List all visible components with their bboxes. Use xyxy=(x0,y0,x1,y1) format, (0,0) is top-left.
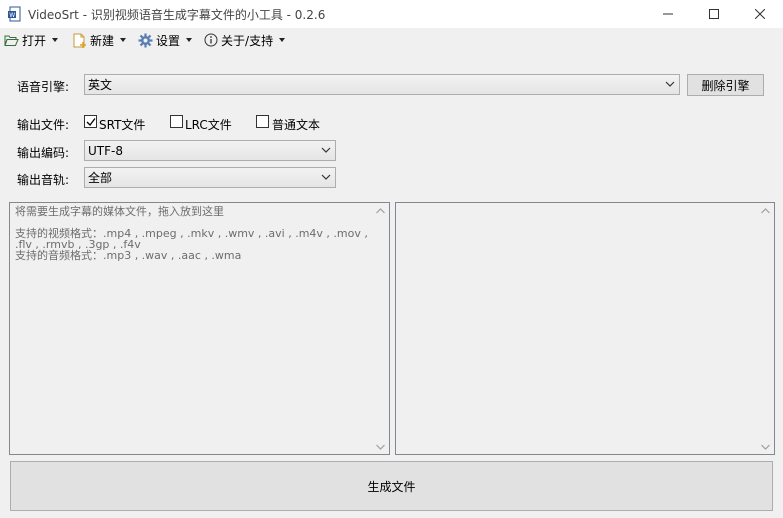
encoding-label: 输出编码: xyxy=(17,146,70,160)
close-icon xyxy=(755,9,765,19)
srt-checkbox[interactable] xyxy=(84,115,97,128)
chevron-down-icon xyxy=(321,174,331,180)
chevron-down-icon xyxy=(279,38,286,42)
minimize-icon xyxy=(663,13,673,15)
output-files-label: 输出文件: xyxy=(17,118,70,132)
engine-select[interactable]: 英文 xyxy=(84,74,680,95)
engine-select-value: 英文 xyxy=(88,78,113,92)
lrc-checkbox-label[interactable]: LRC文件 xyxy=(185,116,232,133)
encoding-select-value: UTF-8 xyxy=(88,143,123,158)
maximize-icon xyxy=(709,9,719,19)
window-title: VideoSrt - 识别视频语音生成字幕文件的小工具 - 0.2.6 xyxy=(28,8,326,22)
menu-new[interactable]: 新建 xyxy=(68,29,130,51)
drop-area-text: 将需要生成字幕的媒体文件，拖入放到这里 支持的视频格式：.mp4 , .mpeg… xyxy=(15,205,368,262)
gear-icon xyxy=(138,33,153,47)
menu-about[interactable]: 关于/支持 xyxy=(200,29,289,51)
chevron-down-icon[interactable] xyxy=(376,444,385,450)
plain-text-checkbox-label[interactable]: 普通文本 xyxy=(272,116,320,133)
new-file-icon xyxy=(73,33,87,48)
engine-label: 语音引擎: xyxy=(17,80,70,94)
checkmark-icon xyxy=(86,118,96,126)
encoding-select[interactable]: UTF-8 xyxy=(84,140,336,161)
chevron-up-icon[interactable] xyxy=(761,208,770,214)
info-icon xyxy=(204,33,218,47)
plain-text-checkbox[interactable] xyxy=(256,115,269,128)
drop-area-scrollbar[interactable] xyxy=(372,203,389,454)
menu-open-label: 打开 xyxy=(22,33,47,48)
chevron-up-icon[interactable] xyxy=(376,208,385,214)
chevron-down-icon xyxy=(120,38,127,42)
menu-about-label: 关于/支持 xyxy=(221,33,274,48)
track-select-value: 全部 xyxy=(88,171,113,185)
chevron-down-icon xyxy=(665,81,675,87)
app-icon: W xyxy=(8,6,21,22)
delete-engine-button[interactable]: 删除引擎 xyxy=(687,74,764,96)
srt-checkbox-label[interactable]: SRT文件 xyxy=(99,116,145,133)
log-area[interactable] xyxy=(395,202,775,455)
minimize-button[interactable] xyxy=(645,0,691,28)
folder-open-icon xyxy=(4,35,19,46)
close-button[interactable] xyxy=(737,0,783,28)
drop-area[interactable]: 将需要生成字幕的媒体文件，拖入放到这里 支持的视频格式：.mp4 , .mpeg… xyxy=(9,202,390,455)
menu-settings[interactable]: 设置 xyxy=(134,29,196,51)
title-bar[interactable]: W VideoSrt - 识别视频语音生成字幕文件的小工具 - 0.2.6 xyxy=(0,0,783,28)
chevron-down-icon[interactable] xyxy=(761,444,770,450)
chevron-down-icon xyxy=(321,147,331,153)
maximize-button[interactable] xyxy=(691,0,737,28)
track-select[interactable]: 全部 xyxy=(84,167,336,188)
chevron-down-icon xyxy=(52,38,59,42)
menu-new-label: 新建 xyxy=(90,33,115,48)
menu-bar: 打开 新建 设置 关于/支持 xyxy=(0,29,783,51)
lrc-checkbox[interactable] xyxy=(170,115,183,128)
chevron-down-icon xyxy=(186,38,193,42)
menu-settings-label: 设置 xyxy=(156,33,181,48)
track-label: 输出音轨: xyxy=(17,173,70,187)
svg-text:W: W xyxy=(9,12,15,19)
log-area-scrollbar[interactable] xyxy=(757,203,774,454)
menu-open[interactable]: 打开 xyxy=(0,29,62,51)
generate-button[interactable]: 生成文件 xyxy=(10,461,773,511)
